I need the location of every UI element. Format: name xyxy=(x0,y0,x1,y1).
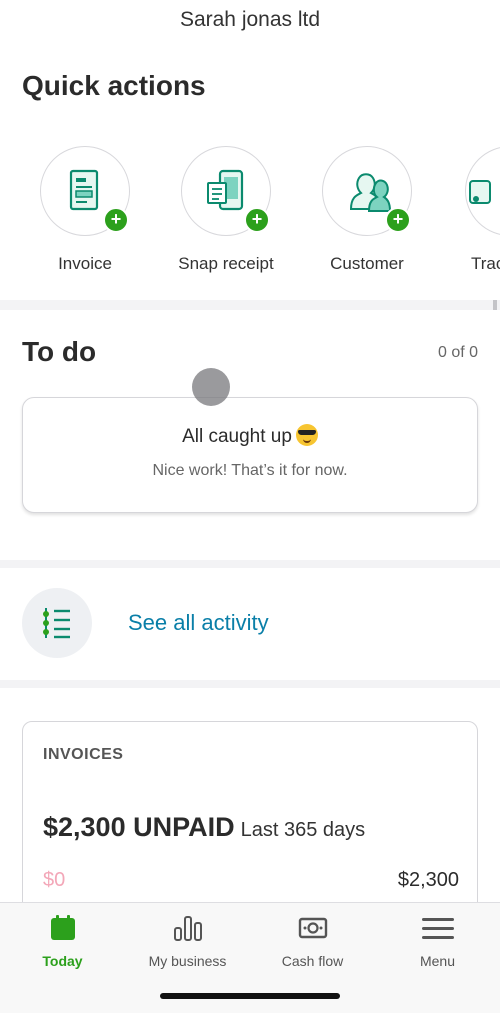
tab-label: Menu xyxy=(419,953,456,969)
add-invoice-plus-icon: + xyxy=(103,207,129,233)
add-receipt-plus-icon: + xyxy=(244,207,270,233)
calendar-icon xyxy=(0,913,125,943)
todo-section: To do 0 of 0 All caught up Nice work! Th… xyxy=(0,310,500,560)
quick-action-label: Snap receipt xyxy=(178,254,274,273)
todo-count: 0 of 0 xyxy=(437,344,478,361)
sunglasses-emoji-icon xyxy=(295,424,318,446)
tab-menu[interactable]: Menu xyxy=(375,913,500,969)
invoices-label: INVOICES xyxy=(43,746,124,763)
customer-icon xyxy=(349,173,391,212)
activity-section[interactable]: See all activity xyxy=(0,568,500,680)
cash-icon xyxy=(250,913,375,943)
company-name[interactable]: Sarah jonas ltd xyxy=(0,0,500,40)
quick-actions-section: Quick actions + Invoice + Snap receipt +… xyxy=(0,42,500,300)
invoices-section: INVOICES $2,300 UNPAID Last 365 days $0 $… xyxy=(0,688,500,923)
invoices-max-value: $2,300 xyxy=(397,869,459,891)
quick-action-label: Trac xyxy=(471,254,500,273)
quick-action-track[interactable]: Trac xyxy=(443,146,500,274)
receipt-icon xyxy=(207,169,244,211)
customer-button[interactable]: + xyxy=(322,146,412,236)
tab-label: Cash flow xyxy=(281,953,344,969)
tab-today[interactable]: Today xyxy=(0,913,125,969)
todo-card-subtitle: Nice work! That’s it for now. xyxy=(152,462,348,479)
invoices-card[interactable]: INVOICES $2,300 UNPAID Last 365 days $0 $… xyxy=(22,721,478,923)
quick-action-label: Customer xyxy=(330,254,404,273)
invoices-min-value: $0 xyxy=(43,869,66,891)
quick-action-snap-receipt[interactable]: + Snap receipt xyxy=(161,146,291,274)
track-icon xyxy=(469,180,491,204)
quick-action-label: Invoice xyxy=(58,254,112,273)
tab-cash-flow[interactable]: Cash flow xyxy=(250,913,375,969)
home-indicator[interactable] xyxy=(160,993,340,999)
add-customer-plus-icon: + xyxy=(385,207,411,233)
todo-card: All caught up Nice work! That’s it for n… xyxy=(22,397,478,513)
see-all-activity-link[interactable]: See all activity xyxy=(128,610,269,636)
activity-list-icon xyxy=(22,588,92,658)
invoice-button[interactable]: + xyxy=(40,146,130,236)
unpaid-amount: $2,300 UNPAID xyxy=(43,812,235,842)
bar-chart-icon xyxy=(125,913,250,943)
snap-receipt-button[interactable]: + xyxy=(181,146,271,236)
todo-card-heading: All caught up xyxy=(23,424,477,448)
invoice-icon xyxy=(69,169,99,211)
tab-label: My business xyxy=(148,953,227,969)
tab-my-business[interactable]: My business xyxy=(125,913,250,969)
todo-card-title: All caught up xyxy=(182,426,292,447)
track-button[interactable] xyxy=(465,146,500,236)
quick-actions-title: Quick actions xyxy=(22,70,206,101)
todo-title: To do xyxy=(22,336,97,367)
quick-action-invoice[interactable]: + Invoice xyxy=(20,146,150,274)
quick-action-customer[interactable]: + Customer xyxy=(302,146,432,274)
app-header: Sarah jonas ltd xyxy=(0,0,500,42)
touch-indicator xyxy=(192,368,230,406)
tab-label: Today xyxy=(42,953,83,969)
invoices-period: Last 365 days xyxy=(240,819,366,841)
hamburger-menu-icon xyxy=(375,913,500,943)
invoices-unpaid-summary: $2,300 UNPAID Last 365 days xyxy=(43,812,365,843)
